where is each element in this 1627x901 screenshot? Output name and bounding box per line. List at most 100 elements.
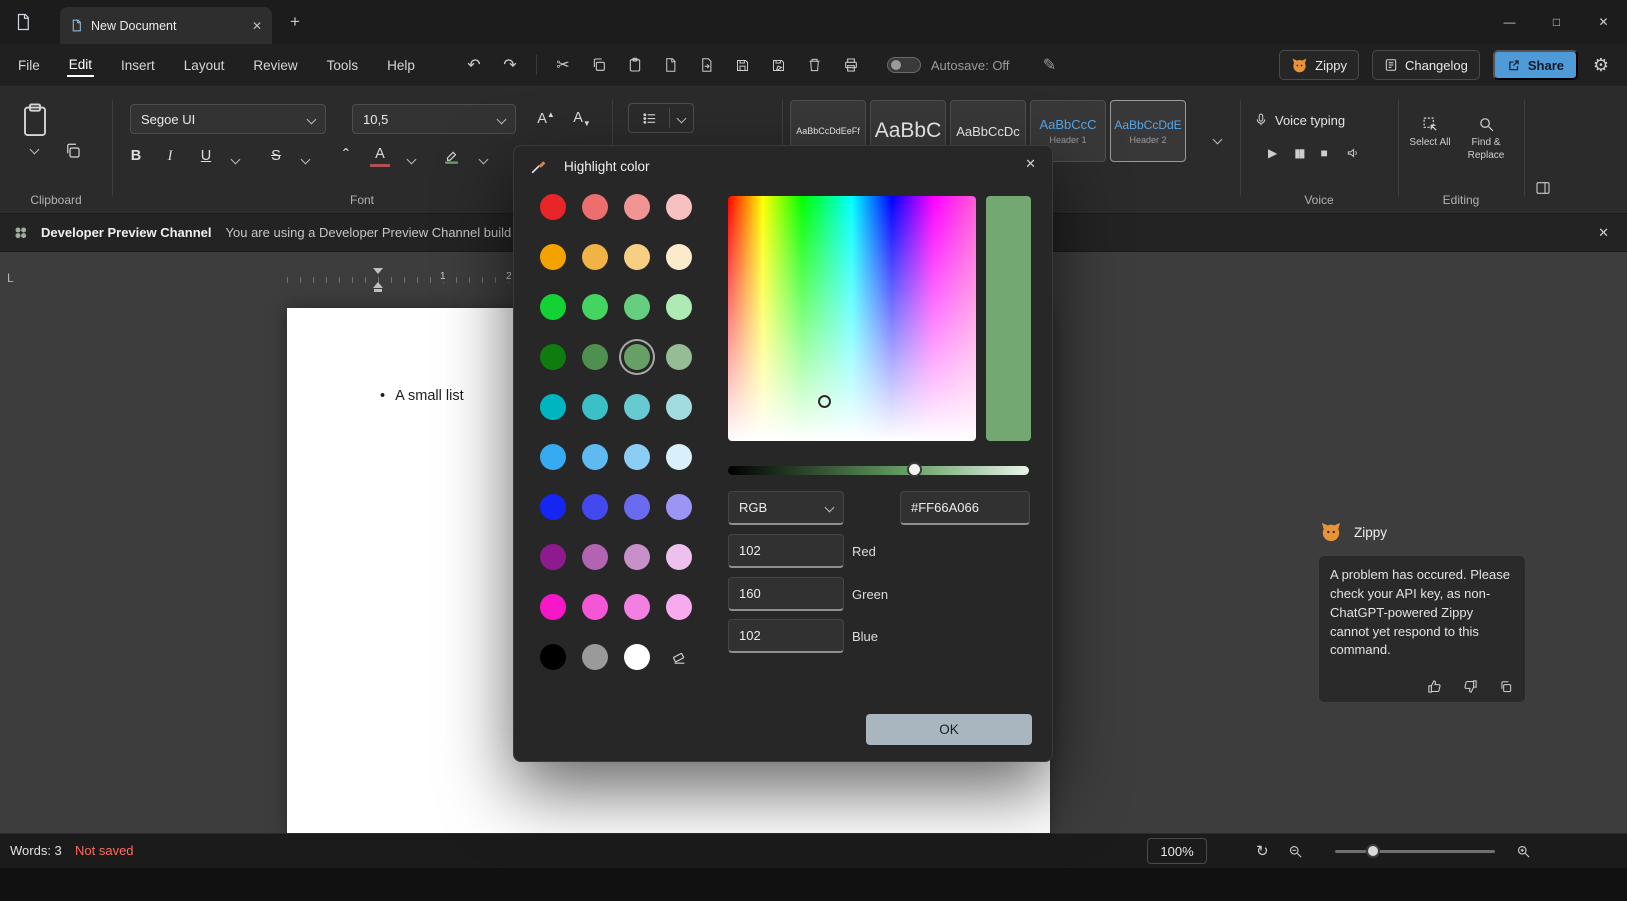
color-swatch[interactable]	[582, 344, 608, 370]
green-input[interactable]	[729, 578, 843, 609]
color-swatch[interactable]	[582, 444, 608, 470]
copy-icon[interactable]	[589, 57, 609, 73]
color-swatch[interactable]	[540, 494, 566, 520]
strikethrough-icon[interactable]: S	[266, 148, 286, 164]
color-swatch[interactable]	[540, 594, 566, 620]
value-slider-thumb[interactable]	[907, 462, 922, 477]
menu-review[interactable]: Review	[251, 55, 299, 76]
color-swatch[interactable]	[582, 394, 608, 420]
paste-icon[interactable]	[625, 57, 645, 73]
color-swatch[interactable]	[540, 294, 566, 320]
highlight-color-chevron-icon[interactable]	[479, 155, 489, 165]
maximize-button[interactable]: □	[1533, 0, 1580, 44]
no-color-eraser-icon[interactable]	[666, 644, 692, 670]
tab-stop-indicator[interactable]: L	[7, 271, 14, 285]
refresh-icon[interactable]: ↻	[1256, 842, 1269, 860]
copy-icon[interactable]	[64, 142, 82, 160]
color-swatch[interactable]	[582, 594, 608, 620]
color-swatch[interactable]	[666, 344, 692, 370]
color-swatch[interactable]	[624, 544, 650, 570]
menu-file[interactable]: File	[16, 55, 42, 76]
color-swatch[interactable]	[666, 294, 692, 320]
color-swatch[interactable]	[624, 244, 650, 270]
thumbs-down-icon[interactable]	[1463, 679, 1478, 694]
color-swatch[interactable]	[540, 194, 566, 220]
color-swatch[interactable]	[624, 294, 650, 320]
style-card-header-2[interactable]: AaBbCcDdE Header 2	[1110, 100, 1186, 162]
document-text-line[interactable]: • A small list	[380, 388, 464, 404]
zippy-button[interactable]: Zippy	[1279, 50, 1359, 80]
superscript-icon[interactable]: ˆ	[336, 146, 356, 167]
bullet-list-icon[interactable]	[629, 111, 669, 126]
dialog-close-icon[interactable]: ✕	[1025, 156, 1036, 172]
play-icon[interactable]: ▶	[1268, 146, 1277, 160]
spectrum-cursor[interactable]	[818, 395, 831, 408]
undo-icon[interactable]: ↶	[464, 55, 484, 75]
changelog-button[interactable]: Changelog	[1372, 50, 1480, 80]
color-swatch[interactable]	[666, 194, 692, 220]
color-swatch[interactable]	[666, 394, 692, 420]
print-icon[interactable]	[841, 57, 861, 73]
tab-close-icon[interactable]: ✕	[252, 19, 262, 33]
hex-input[interactable]	[901, 492, 1029, 523]
menu-insert[interactable]: Insert	[119, 55, 157, 76]
color-swatch[interactable]	[666, 244, 692, 270]
autosave-toggle[interactable]	[887, 57, 921, 73]
hanging-indent-marker[interactable]	[373, 282, 383, 288]
stop-icon[interactable]: ■	[1320, 146, 1327, 160]
color-swatch[interactable]	[624, 644, 650, 670]
color-swatch[interactable]	[582, 194, 608, 220]
bullet-list-chevron-icon[interactable]	[677, 113, 687, 123]
cut-icon[interactable]: ✂	[553, 55, 573, 75]
red-input[interactable]	[729, 535, 843, 566]
font-color-icon[interactable]: A	[370, 146, 390, 167]
delete-icon[interactable]	[805, 57, 825, 73]
paste-options-chevron-icon[interactable]	[30, 145, 40, 155]
color-swatch[interactable]	[540, 344, 566, 370]
color-spectrum-picker[interactable]	[728, 196, 976, 441]
styles-gallery-chevron-icon[interactable]	[1213, 135, 1223, 145]
underline-options-chevron-icon[interactable]	[231, 155, 241, 165]
sidebar-toggle-icon[interactable]	[1534, 180, 1552, 196]
color-swatch[interactable]	[540, 544, 566, 570]
color-swatch[interactable]	[624, 344, 650, 370]
speaker-icon[interactable]	[1345, 146, 1361, 160]
color-swatch[interactable]	[540, 444, 566, 470]
new-tab-button[interactable]: +	[290, 12, 300, 32]
color-model-select[interactable]: RGB	[728, 491, 844, 525]
share-button[interactable]: Share	[1493, 50, 1578, 80]
paste-large-icon[interactable]	[20, 102, 50, 138]
grow-font-icon[interactable]: A▲	[536, 110, 556, 127]
export-document-icon[interactable]	[697, 57, 717, 73]
menu-edit[interactable]: Edit	[67, 54, 94, 77]
first-line-indent-marker[interactable]	[373, 268, 383, 274]
color-swatch[interactable]	[666, 544, 692, 570]
shrink-font-icon[interactable]: A▼	[572, 110, 592, 128]
save-as-icon[interactable]	[769, 58, 789, 73]
minimize-button[interactable]: —	[1486, 0, 1533, 44]
menu-help[interactable]: Help	[385, 55, 417, 76]
copy-response-icon[interactable]	[1499, 679, 1513, 694]
color-swatch[interactable]	[582, 544, 608, 570]
italic-icon[interactable]: I	[160, 148, 180, 165]
font-size-select[interactable]: 10,5	[352, 104, 516, 134]
menu-layout[interactable]: Layout	[182, 55, 227, 76]
value-slider-track[interactable]	[728, 466, 1029, 475]
document-tab[interactable]: New Document ✕	[60, 7, 272, 44]
color-swatch[interactable]	[624, 394, 650, 420]
underline-icon[interactable]: U	[196, 148, 216, 164]
strikethrough-options-chevron-icon[interactable]	[301, 155, 311, 165]
color-swatch[interactable]	[582, 294, 608, 320]
find-replace-button[interactable]: Find & Replace	[1460, 116, 1512, 162]
banner-close-icon[interactable]: ✕	[1598, 225, 1609, 241]
blue-input[interactable]	[729, 620, 843, 651]
save-icon[interactable]	[733, 58, 753, 73]
new-document-icon[interactable]	[661, 57, 681, 73]
zoom-level-box[interactable]: 100%	[1147, 838, 1207, 864]
redo-icon[interactable]: ↷	[500, 55, 520, 75]
highlight-color-icon[interactable]	[442, 146, 461, 165]
ok-button[interactable]: OK	[866, 714, 1032, 745]
color-swatch[interactable]	[624, 594, 650, 620]
color-swatch[interactable]	[540, 644, 566, 670]
zoom-out-icon[interactable]	[1288, 844, 1303, 859]
